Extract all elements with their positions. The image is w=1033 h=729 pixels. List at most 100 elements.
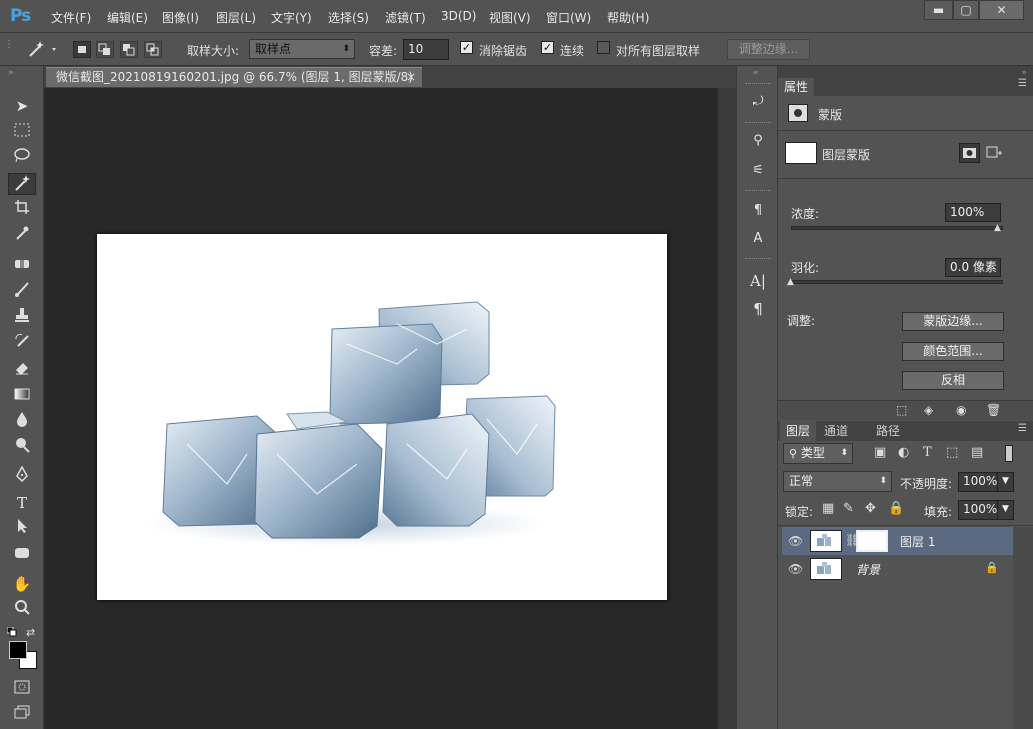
rectangle-tool-icon[interactable] xyxy=(8,544,36,566)
fill-input[interactable]: 100% ▼ xyxy=(958,500,1014,520)
menu-image[interactable]: 图像(I) xyxy=(162,9,199,26)
default-colors-icon[interactable] xyxy=(6,626,17,637)
hand-tool-icon[interactable]: ✋ xyxy=(8,573,36,595)
healing-brush-tool-icon[interactable] xyxy=(8,255,36,277)
history-brush-tool-icon[interactable] xyxy=(8,333,36,355)
tab-channels[interactable]: 通道 xyxy=(818,421,854,441)
feather-input[interactable]: 0.0 像素 xyxy=(945,258,1001,277)
type-tool-icon[interactable]: T xyxy=(8,492,36,514)
blur-tool-icon[interactable] xyxy=(8,411,36,433)
panel-menu-icon[interactable]: ☰ xyxy=(1018,78,1027,89)
minimize-button[interactable]: ▬ xyxy=(924,0,953,20)
new-selection-button[interactable] xyxy=(73,41,91,58)
paragraph-panel-icon[interactable]: ¶ xyxy=(746,298,770,320)
lock-position-icon[interactable]: ✥ xyxy=(865,501,876,516)
tool-preset-picker[interactable] xyxy=(22,38,64,60)
clone-stamp-tool-icon[interactable] xyxy=(8,307,36,329)
intersect-selection-button[interactable] xyxy=(144,41,162,58)
history-panel-icon[interactable]: ⤾ xyxy=(746,91,770,113)
menu-file[interactable]: 文件(F) xyxy=(51,9,91,26)
load-selection-icon[interactable]: ⬚ xyxy=(896,403,907,417)
blend-mode-select[interactable]: 正常 ⬍ xyxy=(783,471,892,492)
density-input[interactable]: 100% xyxy=(945,203,1001,222)
lock-transparent-icon[interactable]: ▦ xyxy=(822,501,834,516)
character-styles-icon[interactable]: A xyxy=(746,228,770,250)
marquee-tool-icon[interactable] xyxy=(8,121,36,143)
menu-select[interactable]: 选择(S) xyxy=(328,9,369,26)
menu-3d[interactable]: 3D(D) xyxy=(441,9,476,23)
pen-tool-icon[interactable] xyxy=(8,465,36,488)
menu-type[interactable]: 文字(Y) xyxy=(271,9,312,26)
density-slider[interactable] xyxy=(791,226,1003,230)
foreground-color-swatch[interactable] xyxy=(9,641,27,659)
dodge-tool-icon[interactable] xyxy=(8,437,36,459)
brush-presets-icon[interactable]: ⚲ xyxy=(746,130,770,152)
add-selection-button[interactable] xyxy=(96,41,114,58)
filter-smart-object-icon[interactable]: ▤ xyxy=(971,445,983,460)
path-selection-tool-icon[interactable] xyxy=(8,518,36,540)
crop-tool-icon[interactable] xyxy=(8,199,36,221)
collapse-arrows-icon[interactable]: » xyxy=(8,68,14,78)
delete-mask-icon[interactable]: 🗑 xyxy=(986,403,1001,417)
filter-toggle[interactable] xyxy=(1005,445,1013,462)
apply-mask-icon[interactable]: ◈ xyxy=(924,403,933,417)
dropdown-arrow-icon[interactable]: ▼ xyxy=(997,473,1013,491)
feather-slider[interactable] xyxy=(791,280,1003,284)
layer-name[interactable]: 图层 1 xyxy=(900,533,935,550)
collapse-arrows-icon[interactable]: » xyxy=(1021,68,1027,78)
refine-edge-button[interactable]: 调整边缘... xyxy=(727,39,810,60)
lock-image-icon[interactable]: ✎ xyxy=(843,501,854,516)
menu-layer[interactable]: 图层(L) xyxy=(216,9,256,26)
layer-row-layer1[interactable]: 👁 ⛓ 图层 1 xyxy=(782,527,1013,555)
layers-scrollbar[interactable] xyxy=(1013,527,1033,729)
menu-filter[interactable]: 滤镜(T) xyxy=(385,9,426,26)
menu-help[interactable]: 帮助(H) xyxy=(607,9,649,26)
panel-menu-icon[interactable]: ☰ xyxy=(1018,423,1027,434)
sample-size-select[interactable]: 取样点 ⬍ xyxy=(249,39,355,59)
document-image[interactable] xyxy=(97,234,667,600)
character-panel-icon[interactable]: A| xyxy=(746,270,770,292)
menu-window[interactable]: 窗口(W) xyxy=(546,9,591,26)
gradient-tool-icon[interactable] xyxy=(8,385,36,407)
mask-edge-button[interactable]: 蒙版边缘... xyxy=(902,312,1004,331)
quick-mask-icon[interactable] xyxy=(8,678,36,700)
slider-thumb-icon[interactable]: ▲ xyxy=(994,223,1001,233)
move-tool-icon[interactable]: ➤ xyxy=(8,95,36,117)
vector-mask-icon[interactable] xyxy=(985,144,1003,162)
expand-arrows-icon[interactable]: « xyxy=(753,68,759,78)
layer-filter-select[interactable]: ⚲ 类型 ⬍ xyxy=(783,443,853,464)
tolerance-input[interactable]: 10 xyxy=(403,39,449,60)
menu-view[interactable]: 视图(V) xyxy=(489,9,531,26)
visibility-icon[interactable]: ◉ xyxy=(956,403,966,417)
filter-shape-icon[interactable]: ⬚ xyxy=(946,445,958,460)
filter-adjustment-icon[interactable]: ◐ xyxy=(898,445,909,460)
lasso-tool-icon[interactable] xyxy=(8,147,36,169)
color-range-button[interactable]: 颜色范围... xyxy=(902,342,1004,361)
screen-mode-icon[interactable] xyxy=(8,703,36,725)
tab-paths[interactable]: 路径 xyxy=(870,421,906,441)
slider-thumb-icon[interactable]: ▲ xyxy=(787,277,794,287)
pixel-mask-icon[interactable] xyxy=(959,143,980,163)
dropdown-arrow-icon[interactable]: ▼ xyxy=(997,501,1013,519)
mask-thumbnail[interactable] xyxy=(856,530,888,552)
invert-button[interactable]: 反相 xyxy=(902,371,1004,390)
filter-pixel-icon[interactable]: ▣ xyxy=(874,445,886,460)
filter-type-icon[interactable]: T xyxy=(923,445,932,460)
maximize-button[interactable]: ▢ xyxy=(953,0,979,20)
layer-row-background[interactable]: 👁 背景 🔒 xyxy=(782,555,1013,583)
eyedropper-tool-icon[interactable] xyxy=(8,225,36,247)
zoom-tool-icon[interactable] xyxy=(8,599,36,621)
eye-icon[interactable]: 👁 xyxy=(788,534,803,548)
close-button[interactable]: ✕ xyxy=(979,0,1024,20)
antialias-checkbox[interactable]: ✓ xyxy=(460,41,473,54)
layer-name[interactable]: 背景 xyxy=(856,561,880,578)
close-tab-icon[interactable]: × xyxy=(406,68,416,87)
subtract-selection-button[interactable] xyxy=(120,41,138,58)
brush-tool-icon[interactable] xyxy=(8,281,36,303)
mask-thumbnail[interactable] xyxy=(785,142,817,164)
eraser-tool-icon[interactable] xyxy=(8,359,36,381)
all-layers-checkbox[interactable] xyxy=(597,41,610,54)
contiguous-checkbox[interactable]: ✓ xyxy=(541,41,554,54)
lock-all-icon[interactable]: 🔒 xyxy=(888,501,904,516)
tab-properties[interactable]: 属性 xyxy=(778,78,815,96)
